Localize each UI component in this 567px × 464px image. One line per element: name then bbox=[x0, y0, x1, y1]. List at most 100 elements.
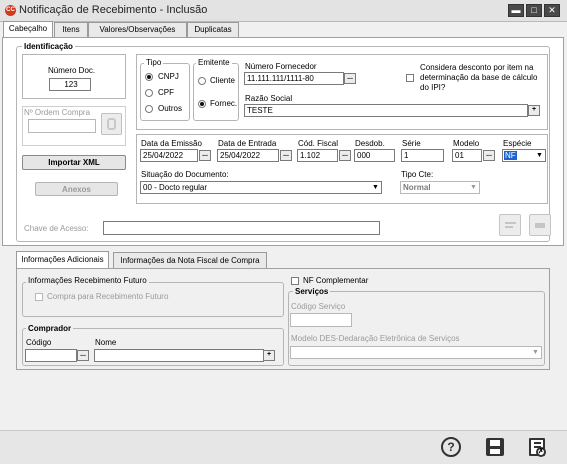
modelo-lookup-button[interactable]: ... bbox=[483, 150, 495, 161]
tipo-cpf-label: CPF bbox=[158, 88, 174, 97]
cancel-document-icon[interactable]: ✗ bbox=[529, 438, 546, 457]
tab-duplicatas[interactable]: Duplicatas bbox=[187, 22, 239, 37]
maximize-button[interactable]: □ bbox=[526, 4, 542, 17]
situacao-label: Situação do Documento: bbox=[141, 170, 229, 179]
save-icon[interactable] bbox=[486, 438, 504, 456]
tipo-cte-dropdown-icon[interactable]: ▼ bbox=[468, 182, 479, 193]
minimize-button[interactable]: ▬ bbox=[508, 4, 524, 17]
tab-cabecalho[interactable]: Cabeçalho bbox=[3, 21, 53, 38]
close-button[interactable]: ✕ bbox=[544, 4, 560, 17]
data-entrada-calendar-button[interactable]: ... bbox=[280, 150, 292, 161]
data-entrada-input[interactable]: 25/04/2022 bbox=[217, 149, 279, 162]
ordem-compra-label: Nº Ordem Compra bbox=[24, 108, 91, 117]
tab-label: Cabeçalho bbox=[8, 24, 48, 33]
window-title: Notificação de Recebimento - Inclusão bbox=[19, 4, 208, 16]
considera-desconto-checkbox[interactable] bbox=[406, 74, 414, 82]
serie-input[interactable]: 1 bbox=[401, 149, 444, 162]
numero-fornecedor-label: Número Fornecedor bbox=[245, 62, 317, 71]
comprador-nome-input[interactable] bbox=[94, 349, 264, 362]
ordem-compra-search-button[interactable] bbox=[101, 113, 122, 135]
chave-acesso-input[interactable] bbox=[103, 221, 380, 235]
importar-xml-button[interactable]: Importar XML bbox=[22, 155, 126, 170]
tab-informacoes-adicionais[interactable]: Informações Adicionais bbox=[16, 251, 109, 268]
situacao-dropdown-icon[interactable]: ▼ bbox=[370, 182, 381, 193]
modelo-des-dropdown-icon[interactable]: ▼ bbox=[530, 347, 541, 358]
recebimento-futuro-checkbox[interactable] bbox=[35, 293, 43, 301]
codigo-servico-label: Código Serviço bbox=[291, 302, 346, 311]
comprador-codigo-input[interactable] bbox=[25, 349, 77, 362]
emitente-fornec-label: Fornec. bbox=[210, 99, 238, 108]
modelo-des-label: Modelo DES-Dedaração Eletrônica de Servi… bbox=[291, 334, 460, 343]
emitente-cliente-label: Cliente bbox=[210, 76, 235, 85]
tab-valores-observacoes[interactable]: Valores/Observações bbox=[88, 22, 187, 37]
tab-label: Itens bbox=[62, 25, 80, 34]
action-bar: ? ✗ bbox=[0, 430, 567, 464]
numero-doc-box bbox=[22, 54, 126, 99]
razao-social-label: Razão Social bbox=[245, 94, 293, 103]
situacao-select[interactable]: 00 - Docto regular bbox=[140, 181, 382, 194]
cod-fiscal-label: Cód. Fiscal bbox=[298, 139, 339, 148]
import-button[interactable] bbox=[529, 214, 551, 236]
especie-label: Espécie bbox=[503, 139, 532, 148]
arrow-right-icon bbox=[535, 223, 545, 228]
considera-desconto-label: Considera desconto por item na determina… bbox=[420, 63, 538, 92]
tab-informacoes-nota-compra[interactable]: Informações da Nota Fiscal de Compra bbox=[113, 252, 267, 268]
desdob-input[interactable]: 000 bbox=[354, 149, 395, 162]
modelo-input[interactable]: 01 bbox=[452, 149, 482, 162]
data-emissao-label: Data da Emissão bbox=[141, 139, 202, 148]
data-emissao-input[interactable]: 25/04/2022 bbox=[140, 149, 198, 162]
comprador-title: Comprador bbox=[26, 324, 74, 333]
numero-doc-label: Número Doc. bbox=[48, 66, 96, 75]
comprador-nome-label: Nome bbox=[95, 338, 117, 347]
tipo-label: Tipo bbox=[144, 58, 164, 67]
emitente-label: Emitente bbox=[196, 58, 232, 67]
recebimento-futuro-label: Compra para Recebimento Futuro bbox=[47, 292, 169, 301]
especie-value: NF bbox=[504, 151, 517, 160]
chave-acesso-label: Chave de Acesso: bbox=[24, 224, 89, 233]
tab-label: Informações Adicionais bbox=[21, 255, 104, 264]
nf-complementar-label: NF Complementar bbox=[303, 276, 369, 285]
identificacao-title: Identificação bbox=[22, 42, 75, 51]
tab-label: Informações da Nota Fiscal de Compra bbox=[120, 256, 260, 265]
search-icon bbox=[107, 118, 116, 130]
cod-fiscal-input[interactable]: 1.102 bbox=[297, 149, 338, 162]
razao-social-add-button[interactable]: + bbox=[528, 105, 540, 116]
tipo-cpf-radio[interactable] bbox=[145, 89, 153, 97]
data-entrada-label: Data de Entrada bbox=[218, 139, 277, 148]
numero-doc-input[interactable]: 123 bbox=[49, 78, 91, 91]
edit-list-button[interactable] bbox=[499, 214, 521, 236]
razao-social-input[interactable]: TESTE bbox=[244, 104, 528, 117]
desdob-label: Desdob. bbox=[355, 139, 385, 148]
comprador-codigo-lookup-button[interactable]: ... bbox=[77, 350, 89, 361]
tab-itens[interactable]: Itens bbox=[54, 22, 88, 37]
especie-dropdown-icon[interactable]: ▼ bbox=[534, 150, 545, 161]
emitente-cliente-radio[interactable] bbox=[198, 77, 206, 85]
help-icon[interactable]: ? bbox=[441, 437, 461, 457]
tipo-cnpj-label: CNPJ bbox=[158, 72, 179, 81]
emitente-group bbox=[193, 63, 239, 121]
cod-fiscal-lookup-button[interactable]: ... bbox=[339, 150, 351, 161]
tipo-cnpj-radio[interactable] bbox=[145, 73, 153, 81]
serie-label: Série bbox=[402, 139, 421, 148]
numero-fornecedor-lookup-button[interactable]: ... bbox=[344, 73, 356, 84]
ordem-compra-input[interactable] bbox=[28, 119, 96, 133]
nf-complementar-checkbox[interactable] bbox=[291, 277, 299, 285]
servicos-title: Serviços bbox=[293, 287, 331, 296]
tab-label: Duplicatas bbox=[194, 25, 232, 34]
tipo-outros-radio[interactable] bbox=[145, 105, 153, 113]
modelo-label: Modelo bbox=[453, 139, 480, 148]
modelo-des-select[interactable] bbox=[290, 346, 542, 359]
tipo-cte-label: Tipo Cte: bbox=[401, 170, 434, 179]
tipo-outros-label: Outros bbox=[158, 104, 183, 113]
anexos-button[interactable]: Anexos bbox=[35, 182, 118, 196]
codigo-servico-input[interactable] bbox=[290, 313, 352, 327]
tab-label: Valores/Observações bbox=[99, 25, 176, 34]
data-emissao-calendar-button[interactable]: ... bbox=[199, 150, 211, 161]
comprador-add-button[interactable]: + bbox=[263, 350, 275, 361]
title-bar: CC Notificação de Recebimento - Inclusão… bbox=[0, 0, 567, 22]
comprador-codigo-label: Código bbox=[26, 338, 52, 347]
recebimento-futuro-title: Informações Recebimento Futuro bbox=[26, 276, 149, 285]
numero-fornecedor-input[interactable]: 11.111.111/1111-80 bbox=[244, 72, 344, 85]
emitente-fornec-radio[interactable] bbox=[198, 100, 206, 108]
app-logo-icon: CC bbox=[5, 5, 16, 16]
